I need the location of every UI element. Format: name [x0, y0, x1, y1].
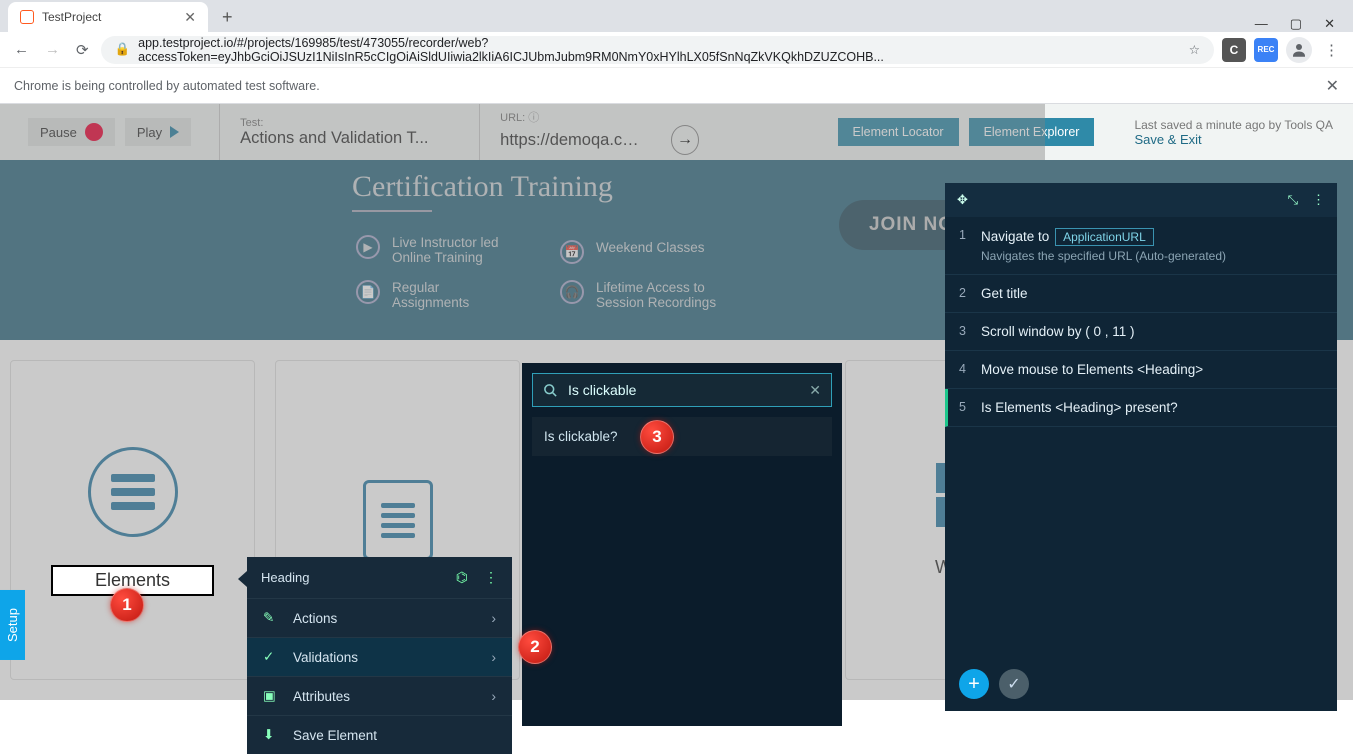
context-menu-more-icon[interactable]: ⋮ [484, 569, 498, 586]
chevron-right-icon: › [491, 688, 496, 704]
step-2[interactable]: 2 Get title [945, 275, 1337, 313]
step-4[interactable]: 4 Move mouse to Elements <Heading> [945, 351, 1337, 389]
close-window-button[interactable]: ✕ [1324, 16, 1335, 32]
element-locator-button[interactable]: Element Locator [838, 118, 959, 146]
validate-steps-button[interactable]: ✓ [999, 669, 1029, 699]
validation-search-panel: ✕ Is clickable? [522, 363, 842, 726]
url-label: URL: ⓘ [500, 109, 699, 125]
collapse-panel-icon[interactable]: ⤡ [1288, 192, 1298, 208]
add-step-button[interactable]: + [959, 669, 989, 699]
favicon-icon [20, 10, 34, 24]
annotation-marker-3: 3 [640, 420, 674, 454]
setup-tab[interactable]: Setup [0, 590, 25, 660]
bookmark-icon[interactable]: ☆ [1189, 42, 1200, 57]
person-icon [1290, 41, 1308, 59]
tab-title: TestProject [42, 10, 101, 24]
close-tab-icon[interactable]: ✕ [184, 9, 196, 26]
automation-infobar: Chrome is being controlled by automated … [0, 68, 1353, 104]
window-controls: — ▢ ✕ [1237, 16, 1353, 32]
play-icon [170, 126, 179, 138]
url-value: https://demoqa.com/ [500, 131, 641, 150]
elements-card[interactable]: Elements [10, 360, 255, 680]
save-exit-link[interactable]: Save & Exit [1134, 132, 1333, 147]
last-saved-text: Last saved a minute ago by Tools QA [1134, 118, 1333, 132]
play-button[interactable]: Play [125, 118, 191, 146]
context-item-actions[interactable]: ✎ Actions › [247, 598, 512, 637]
wand-icon: ✎ [263, 610, 279, 626]
move-handle-icon[interactable]: ✥ [957, 192, 968, 208]
minimize-button[interactable]: — [1255, 16, 1268, 32]
test-label: Test: [240, 117, 459, 129]
back-button[interactable]: ← [10, 37, 33, 62]
step-3[interactable]: 3 Scroll window by ( 0 , 11 ) [945, 313, 1337, 351]
forms-icon [363, 480, 433, 560]
test-steps-panel: ✥ ⤡ ⋮ 1 Navigate to ApplicationURL Navig… [945, 183, 1337, 711]
chevron-right-icon: › [491, 610, 496, 626]
steps-menu-icon[interactable]: ⋮ [1312, 192, 1325, 208]
annotation-marker-2: 2 [518, 630, 552, 664]
new-tab-button[interactable]: + [218, 3, 237, 32]
browser-tab[interactable]: TestProject ✕ [8, 2, 208, 32]
search-box: ✕ [532, 373, 832, 407]
step-1[interactable]: 1 Navigate to ApplicationURL Navigates t… [945, 217, 1337, 275]
annotation-marker-1: 1 [110, 588, 144, 622]
application-url-badge: ApplicationURL [1055, 228, 1154, 246]
step-5[interactable]: 5 Is Elements <Heading> present? [945, 389, 1337, 427]
context-item-validations[interactable]: ✓ Validations › [247, 637, 512, 676]
address-bar: ← → ⟳ 🔒 app.testproject.io/#/projects/16… [0, 32, 1353, 68]
profile-button[interactable] [1286, 37, 1312, 63]
menu-button[interactable]: ⋮ [1320, 37, 1343, 63]
element-context-menu: Heading ⌬ ⋮ ✎ Actions › ✓ Validations › … [247, 557, 512, 754]
element-explorer-button[interactable]: Element Explorer [969, 118, 1095, 146]
context-menu-title: Heading [261, 570, 309, 585]
tag-icon: ▣ [263, 688, 279, 704]
infobar-text: Chrome is being controlled by automated … [14, 79, 320, 93]
check-icon: ✓ [263, 649, 279, 665]
search-icon [543, 383, 558, 398]
browser-tab-strip: TestProject ✕ + — ▢ ✕ [0, 0, 1353, 32]
hierarchy-icon[interactable]: ⌬ [456, 569, 468, 586]
elements-icon [88, 447, 178, 537]
search-input[interactable] [568, 382, 799, 398]
reload-button[interactable]: ⟳ [72, 37, 93, 63]
test-name: Actions and Validation T... [240, 129, 459, 148]
forward-button[interactable]: → [41, 37, 64, 62]
extension-rec-icon[interactable]: REC [1254, 38, 1278, 62]
maximize-button[interactable]: ▢ [1290, 16, 1302, 32]
url-text: app.testproject.io/#/projects/169985/tes… [138, 36, 1181, 64]
lock-icon: 🔒 [115, 42, 131, 57]
recorder-header: Pause Play Test: Actions and Validation … [0, 104, 1353, 160]
navigate-button[interactable]: → [671, 125, 699, 155]
save-icon: ⬇ [263, 727, 279, 743]
extension-c-icon[interactable]: C [1222, 38, 1246, 62]
pause-button[interactable]: Pause [28, 118, 115, 146]
context-item-attributes[interactable]: ▣ Attributes › [247, 676, 512, 715]
clear-search-icon[interactable]: ✕ [809, 382, 821, 399]
record-indicator-icon [85, 123, 103, 141]
url-input[interactable]: 🔒 app.testproject.io/#/projects/169985/t… [101, 36, 1214, 64]
close-infobar-button[interactable]: ✕ [1326, 76, 1339, 96]
search-result-item[interactable]: Is clickable? [532, 417, 832, 456]
chevron-right-icon: › [491, 649, 496, 665]
context-item-save-element[interactable]: ⬇ Save Element [247, 715, 512, 754]
